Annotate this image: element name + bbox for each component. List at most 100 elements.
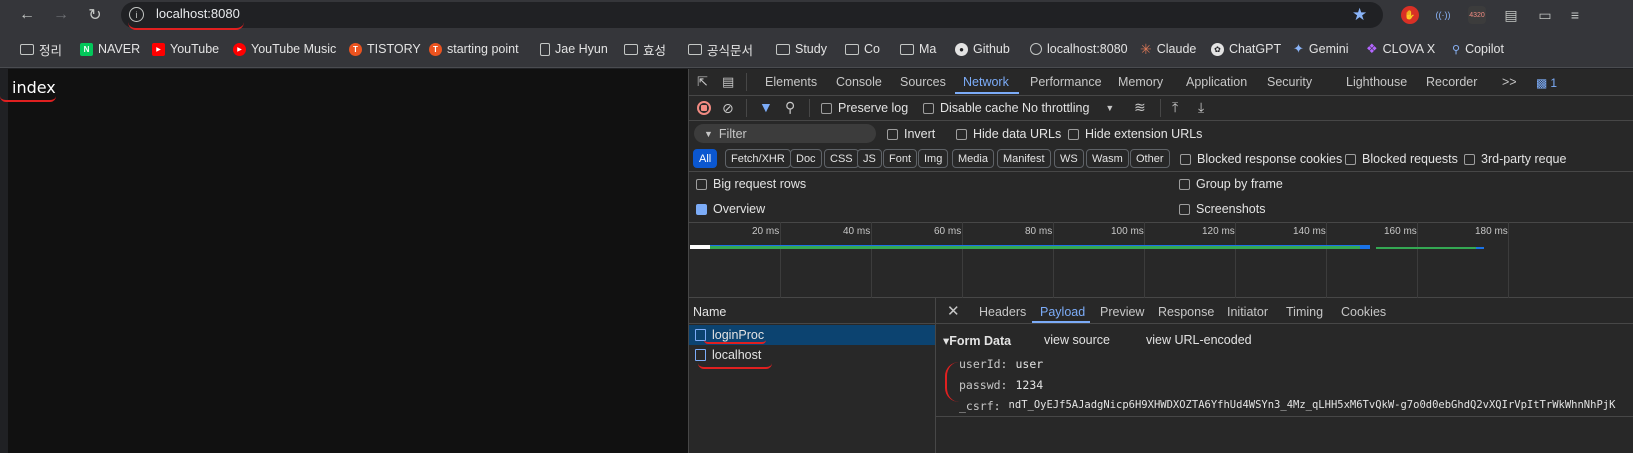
type-filter-media[interactable]: Media xyxy=(952,149,994,168)
bookmark-chatgpt[interactable]: ✿ ChatGPT xyxy=(1211,41,1281,57)
reload-icon[interactable]: ↻ xyxy=(84,4,106,26)
bookmark-folder[interactable]: Study xyxy=(776,41,827,57)
bookmark-jae-hyun[interactable]: Jae Hyun xyxy=(540,41,608,57)
bookmark-youtube[interactable]: ▶ YouTube xyxy=(152,41,219,57)
more-tabs-button[interactable]: >> xyxy=(1502,75,1517,89)
bookmark-gemini[interactable]: ✦ Gemini xyxy=(1293,41,1349,57)
tab-performance[interactable]: Performance xyxy=(1030,75,1102,89)
checkbox[interactable] xyxy=(1345,153,1356,165)
tab-timing[interactable]: Timing xyxy=(1286,305,1323,319)
tab-lighthouse[interactable]: Lighthouse xyxy=(1346,75,1407,89)
inspect-element-icon[interactable]: ⇱ xyxy=(697,74,708,90)
bookmark-folder[interactable]: Co xyxy=(845,41,880,57)
bookmark-starting-point[interactable]: Tstarting point xyxy=(429,41,519,57)
extension-wave-icon[interactable]: ((·)) xyxy=(1434,6,1452,24)
url-text[interactable]: localhost:8080 xyxy=(156,6,240,21)
bookmark-copilot[interactable]: ⚲ Copilot xyxy=(1452,41,1504,57)
invert-checkbox[interactable]: Invert xyxy=(887,127,935,141)
tab-response[interactable]: Response xyxy=(1158,305,1214,319)
hide-data-urls-checkbox[interactable]: Hide data URLs xyxy=(956,127,1061,141)
checkbox[interactable] xyxy=(1179,178,1190,190)
type-filter-ws[interactable]: WS xyxy=(1054,149,1084,168)
request-row[interactable]: localhost xyxy=(689,345,935,365)
extensions-puzzle-icon[interactable]: ▤ xyxy=(1502,6,1520,24)
blocked-requests-checkbox[interactable]: Blocked requests xyxy=(1345,152,1458,166)
tab-security[interactable]: Security xyxy=(1267,75,1312,89)
import-har-icon[interactable]: ⤒ xyxy=(1172,99,1178,116)
checkbox[interactable] xyxy=(1464,153,1475,165)
bookmark-naver[interactable]: N NAVER xyxy=(80,41,140,57)
site-info-icon[interactable]: i xyxy=(129,7,144,22)
third-party-requests-checkbox[interactable]: 3rd-party reque xyxy=(1464,152,1566,166)
sidebar-toggle-icon[interactable]: ▭ xyxy=(1536,6,1554,24)
type-filter-css[interactable]: CSS xyxy=(824,149,859,168)
type-filter-img[interactable]: Img xyxy=(918,149,949,168)
disable-cache-checkbox[interactable]: Disable cache xyxy=(923,101,1019,115)
checkbox[interactable] xyxy=(696,178,707,190)
network-conditions-icon[interactable]: ≋ xyxy=(1134,99,1146,116)
tab-initiator[interactable]: Initiator xyxy=(1227,305,1268,319)
requests-name-header[interactable]: Name xyxy=(693,305,726,319)
hide-extension-urls-checkbox[interactable]: Hide extension URLs xyxy=(1068,127,1202,141)
record-stop-icon[interactable] xyxy=(697,101,711,115)
tab-network[interactable]: Network xyxy=(963,75,1009,89)
checkbox[interactable] xyxy=(1179,203,1190,215)
extension-shield-icon[interactable]: ✋ xyxy=(1401,6,1419,24)
filter-funnel-icon[interactable]: ▼ xyxy=(759,99,773,115)
preserve-log-checkbox[interactable]: Preserve log xyxy=(821,101,908,115)
group-by-frame-checkbox[interactable]: Group by frame xyxy=(1179,177,1283,191)
checkbox[interactable] xyxy=(956,128,967,140)
screenshots-checkbox[interactable]: Screenshots xyxy=(1179,202,1265,216)
type-filter-all[interactable]: All xyxy=(693,149,718,168)
forward-icon[interactable]: → xyxy=(50,4,72,26)
tab-sources[interactable]: Sources xyxy=(900,75,946,89)
filter-input[interactable]: ▼ Filter xyxy=(694,124,876,143)
bookmark-youtube-music[interactable]: ▶ YouTube Music xyxy=(233,41,336,57)
tab-recorder[interactable]: Recorder xyxy=(1426,75,1477,89)
form-data-title[interactable]: ▾Form Data xyxy=(943,333,1011,348)
overview-checkbox[interactable]: Overview xyxy=(696,202,765,216)
checkbox[interactable] xyxy=(821,102,832,114)
bookmark-clova-x[interactable]: ❖ CLOVA X xyxy=(1366,41,1435,57)
address-bar[interactable] xyxy=(121,2,1383,28)
bookmark-localhost[interactable]: localhost:8080 xyxy=(1030,41,1128,57)
type-filter-other[interactable]: Other xyxy=(1130,149,1170,168)
menu-icon[interactable]: ≡ xyxy=(1566,6,1584,24)
search-icon[interactable]: ⚲ xyxy=(785,99,795,116)
bookmark-star-icon[interactable]: ★ xyxy=(1352,5,1367,25)
tab-preview[interactable]: Preview xyxy=(1100,305,1144,319)
checkbox[interactable] xyxy=(887,128,898,140)
tab-elements[interactable]: Elements xyxy=(765,75,817,89)
type-filter-doc[interactable]: Doc xyxy=(790,149,822,168)
bookmark-claude[interactable]: ✳ Claude xyxy=(1140,41,1196,57)
tab-cookies[interactable]: Cookies xyxy=(1341,305,1386,319)
checkbox[interactable] xyxy=(923,102,934,114)
tab-payload[interactable]: Payload xyxy=(1040,305,1085,319)
bookmark-github[interactable]: ● Github xyxy=(955,41,1010,57)
checkbox[interactable] xyxy=(1068,128,1079,140)
big-request-rows-checkbox[interactable]: Big request rows xyxy=(696,177,806,191)
view-source-link[interactable]: view source xyxy=(1044,333,1110,347)
type-filter-js[interactable]: JS xyxy=(857,149,882,168)
bookmark-folder[interactable]: 효성 xyxy=(624,41,666,58)
device-toolbar-icon[interactable]: ▤ xyxy=(722,74,734,90)
checkbox-checked[interactable] xyxy=(696,203,707,215)
bookmark-folder[interactable]: 공식문서 xyxy=(688,41,753,58)
back-icon[interactable]: ← xyxy=(16,4,38,26)
view-url-encoded-link[interactable]: view URL-encoded xyxy=(1146,333,1252,347)
bookmark-tistory[interactable]: T TISTORY xyxy=(349,41,421,57)
tab-console[interactable]: Console xyxy=(836,75,882,89)
close-icon[interactable]: ✕ xyxy=(947,302,960,320)
type-filter-font[interactable]: Font xyxy=(883,149,918,168)
checkbox[interactable] xyxy=(1180,153,1191,165)
tab-memory[interactable]: Memory xyxy=(1118,75,1163,89)
clear-icon[interactable]: ⊘ xyxy=(722,100,734,117)
export-har-icon[interactable]: ⤓ xyxy=(1198,99,1204,116)
blocked-response-cookies-checkbox[interactable]: Blocked response cookies xyxy=(1180,152,1342,166)
extension-badge-icon[interactable]: 4320 xyxy=(1468,6,1486,24)
type-filter-manifest[interactable]: Manifest xyxy=(997,149,1051,168)
throttling-select[interactable]: No throttling ▼ xyxy=(1022,101,1114,115)
type-filter-wasm[interactable]: Wasm xyxy=(1086,149,1129,168)
type-filter-fetch-xhr[interactable]: Fetch/XHR xyxy=(725,149,791,168)
bookmark-folder[interactable]: 정리 xyxy=(20,41,62,58)
